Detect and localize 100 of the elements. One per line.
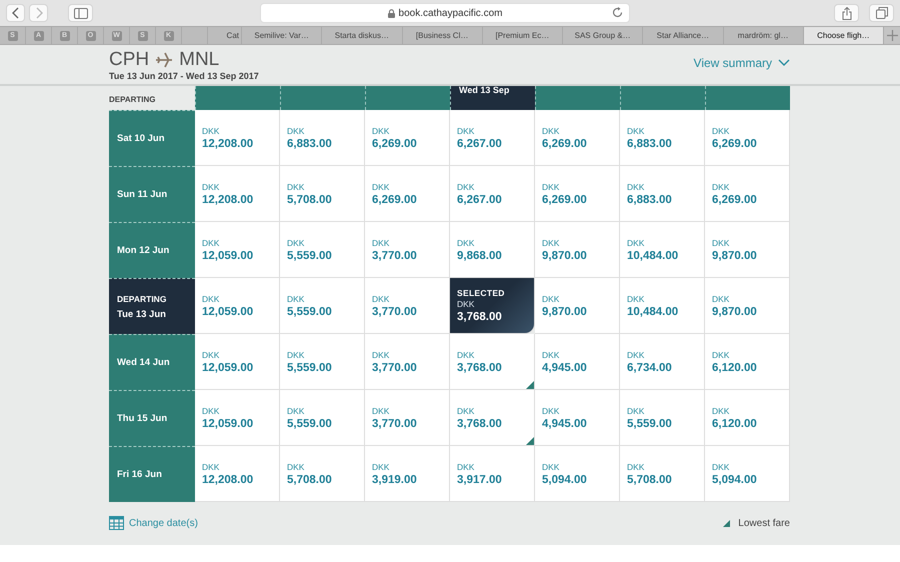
return-date-header[interactable]: Wed 13 Sep xyxy=(450,86,535,110)
return-date-header[interactable] xyxy=(535,86,620,110)
fare-cell[interactable]: DKK 5,708.00 xyxy=(620,446,705,502)
currency: DKK xyxy=(457,350,476,360)
fare-cell[interactable]: DKK 12,059.00 xyxy=(195,278,280,334)
fare-cell[interactable]: DKK 3,770.00 xyxy=(365,390,450,446)
currency: DKK xyxy=(627,406,646,416)
browser-tab[interactable]: Star Alliance… xyxy=(643,27,724,44)
fare-price: 4,945.00 xyxy=(542,418,588,430)
departure-date-header[interactable]: Mon 12 Jun xyxy=(109,222,195,278)
fare-cell[interactable]: DKK 6,269.00 xyxy=(365,166,450,222)
fare-cell[interactable]: DKK 12,059.00 xyxy=(195,390,280,446)
fare-price: 5,708.00 xyxy=(627,474,673,486)
fare-cell[interactable]: DKK 9,868.00 xyxy=(450,222,535,278)
fare-cell[interactable]: DKK 6,267.00 xyxy=(450,166,535,222)
fare-cell[interactable]: DKK 3,917.00 xyxy=(450,446,535,502)
return-date-header[interactable] xyxy=(705,86,790,110)
fare-cell[interactable]: DKK 6,269.00 xyxy=(365,110,450,166)
fare-cell[interactable]: DKK 5,559.00 xyxy=(280,390,365,446)
fare-cell[interactable]: DKK 5,559.00 xyxy=(280,334,365,390)
fare-price: 12,059.00 xyxy=(202,418,254,430)
fare-cell[interactable]: DKK 6,883.00 xyxy=(620,110,705,166)
return-date-header[interactable] xyxy=(195,86,280,110)
fare-cell[interactable]: DKK 5,708.00 xyxy=(280,446,365,502)
address-bar[interactable]: book.cathaypacific.com xyxy=(260,3,630,23)
url-text: book.cathaypacific.com xyxy=(398,8,502,18)
fare-cell[interactable]: DKK 6,120.00 xyxy=(705,334,790,390)
browser-tab[interactable]: Semilive: Var… xyxy=(242,27,322,44)
fare-cell[interactable]: DKK 6,883.00 xyxy=(280,110,365,166)
fare-cell[interactable]: DKK 5,559.00 xyxy=(280,278,365,334)
departure-date-header[interactable]: Wed 14 Jun xyxy=(109,334,195,390)
fare-cell[interactable]: DKK 4,945.00 xyxy=(535,334,620,390)
return-date-header[interactable] xyxy=(365,86,450,110)
fare-cell[interactable]: DKK 3,770.00 xyxy=(365,278,450,334)
browser-tab[interactable]: SAS Group &… xyxy=(563,27,644,44)
browser-tab[interactable]: [Premium Ec… xyxy=(482,27,563,44)
fare-cell[interactable]: DKK 4,945.00 xyxy=(535,390,620,446)
fare-cell[interactable]: DKK 5,708.00 xyxy=(280,166,365,222)
share-button[interactable] xyxy=(834,4,859,22)
fare-cell[interactable]: SELECTED DKK 3,768.00 xyxy=(450,278,535,334)
return-date-header[interactable] xyxy=(280,86,365,110)
back-button[interactable] xyxy=(6,4,25,22)
tabs-button[interactable] xyxy=(869,4,894,22)
currency: DKK xyxy=(372,238,390,248)
departure-date-header[interactable]: Sat 10 Jun xyxy=(109,110,195,166)
fare-cell[interactable]: DKK 9,870.00 xyxy=(535,278,620,334)
fare-cell[interactable]: DKK 10,484.00 xyxy=(620,278,705,334)
departure-date: Thu 15 Jun xyxy=(117,413,168,424)
sidebar-button[interactable] xyxy=(68,4,93,22)
fare-cell[interactable]: DKK 3,768.00 xyxy=(450,334,535,390)
fare-cell[interactable]: DKK 9,870.00 xyxy=(535,222,620,278)
fare-cell[interactable]: DKK 12,059.00 xyxy=(195,222,280,278)
currency: DKK xyxy=(627,126,646,136)
fare-cell[interactable]: DKK 10,484.00 xyxy=(620,222,705,278)
browser-tab[interactable]: Choose fligh… xyxy=(804,27,884,44)
fare-cell[interactable]: DKK 6,120.00 xyxy=(705,390,790,446)
fare-cell[interactable]: DKK 9,870.00 xyxy=(705,222,790,278)
browser-tab[interactable]: Cat xyxy=(208,27,242,44)
chevron-right-icon xyxy=(34,7,42,19)
view-summary-link[interactable]: View summary xyxy=(694,56,790,70)
fare-cell[interactable]: DKK 5,559.00 xyxy=(620,390,705,446)
fare-cell[interactable]: DKK 12,208.00 xyxy=(195,110,280,166)
fare-cell[interactable]: DKK 6,269.00 xyxy=(535,110,620,166)
fare-cell[interactable]: DKK 3,919.00 xyxy=(365,446,450,502)
fare-cell[interactable]: DKK 3,770.00 xyxy=(365,334,450,390)
fare-cell[interactable]: DKK 6,269.00 xyxy=(535,166,620,222)
fare-cell[interactable]: DKK 6,883.00 xyxy=(620,166,705,222)
fare-price: 3,919.00 xyxy=(372,474,418,486)
departure-date-header[interactable]: DEPARTING Tue 13 Jun xyxy=(109,278,195,334)
fare-price: 6,267.00 xyxy=(457,138,503,150)
fare-cell[interactable]: DKK 12,059.00 xyxy=(195,334,280,390)
fare-cell[interactable]: DKK 3,770.00 xyxy=(365,222,450,278)
browser-tab[interactable]: [Business Cl… xyxy=(402,27,483,44)
return-date-header[interactable] xyxy=(620,86,705,110)
new-tab-button[interactable] xyxy=(884,27,900,44)
fare-cell[interactable]: DKK 12,208.00 xyxy=(195,446,280,502)
fare-cell[interactable]: DKK 6,734.00 xyxy=(620,334,705,390)
fare-price: 5,708.00 xyxy=(287,474,333,486)
fare-price: 12,059.00 xyxy=(202,306,254,318)
fare-cell[interactable]: DKK 9,870.00 xyxy=(705,278,790,334)
fare-cell[interactable]: DKK 5,094.00 xyxy=(535,446,620,502)
fare-cell[interactable]: DKK 5,094.00 xyxy=(705,446,790,502)
fare-price: 6,269.00 xyxy=(372,138,418,150)
browser-tab[interactable]: Starta diskus… xyxy=(322,27,402,44)
fare-price: 5,559.00 xyxy=(287,362,333,374)
change-dates-link[interactable]: Change date(s) xyxy=(109,516,198,530)
fare-cell[interactable]: DKK 6,269.00 xyxy=(705,166,790,222)
fare-cell[interactable]: DKK 6,269.00 xyxy=(705,110,790,166)
fare-cell[interactable]: DKK 6,267.00 xyxy=(450,110,535,166)
departure-date-header[interactable]: Thu 15 Jun xyxy=(109,390,195,446)
fare-cell[interactable]: DKK 3,768.00 xyxy=(450,390,535,446)
fare-cell[interactable]: DKK 5,559.00 xyxy=(280,222,365,278)
fare-price: 12,208.00 xyxy=(202,474,254,486)
departure-date-header[interactable]: Sun 11 Jun xyxy=(109,166,195,222)
fare-price: 3,768.00 xyxy=(457,362,503,374)
currency: DKK xyxy=(542,238,560,248)
departure-date-header[interactable]: Fri 16 Jun xyxy=(109,446,195,502)
fare-cell[interactable]: DKK 12,208.00 xyxy=(195,166,280,222)
lock-icon xyxy=(388,8,395,18)
fare-price: 6,120.00 xyxy=(712,418,758,430)
